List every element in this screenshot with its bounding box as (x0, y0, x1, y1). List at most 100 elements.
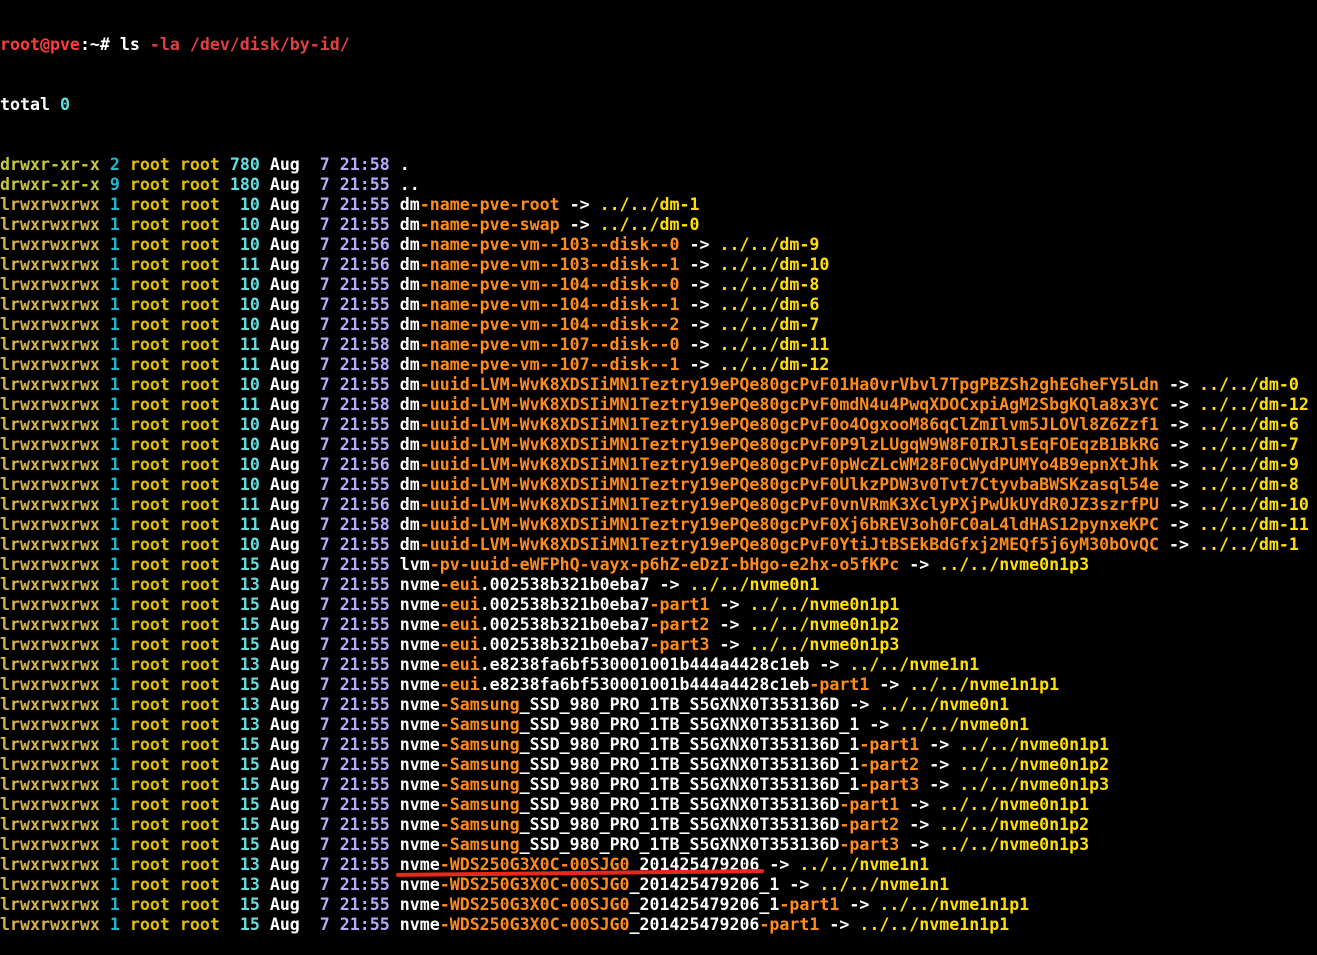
listing-row: lrwxrwxrwx 1 root root 15 Aug 7 21:55 nv… (0, 735, 1317, 755)
entry-links: 1 (109, 895, 120, 914)
entry-day: 7 (309, 675, 330, 694)
entry-name-part: -part1 (839, 795, 900, 814)
entry-size: 13 (229, 715, 260, 734)
entry-time: 21:55 (339, 475, 390, 494)
entry-name-part: -part3 (649, 635, 710, 654)
symlink-target: ../../nvme1n1p1 (909, 675, 1060, 694)
entry-name-part: -name-pve-root (419, 195, 560, 214)
entry-permissions: lrwxrwxrwx (0, 275, 100, 294)
entry-time: 21:55 (339, 695, 390, 714)
entry-owner: root (129, 735, 170, 754)
entry-time: 21:55 (339, 775, 390, 794)
entry-name-part: -WDS250G3X0C-00SJG0 (439, 875, 630, 894)
entry-name-part: -uuid-LVM-WvK8XDSIiMN1Teztry19ePQe80gcPv… (419, 415, 1160, 434)
entry-owner: root (129, 655, 170, 674)
listing-row: lrwxrwxrwx 1 root root 10 Aug 7 21:56 dm… (0, 455, 1317, 475)
entry-links: 1 (109, 735, 120, 754)
listing-row: lrwxrwxrwx 1 root root 10 Aug 7 21:55 dm… (0, 215, 1317, 235)
entry-owner: root (129, 435, 170, 454)
entry-permissions: drwxr-xr-x (0, 155, 100, 174)
entry-month: Aug (269, 855, 300, 874)
listing-row: lrwxrwxrwx 1 root root 15 Aug 7 21:55 nv… (0, 595, 1317, 615)
entry-month: Aug (269, 535, 300, 554)
entry-permissions: drwxr-xr-x (0, 175, 100, 194)
entry-owner: root (129, 635, 170, 654)
entry-day: 7 (309, 215, 330, 234)
entry-links: 1 (109, 695, 120, 714)
entry-time: 21:55 (339, 835, 390, 854)
symlink-target: ../../dm-11 (719, 335, 830, 354)
entry-time: 21:55 (339, 275, 390, 294)
entry-name-part: -Samsung (439, 795, 520, 814)
entry-name-part: nvme (399, 815, 440, 834)
entry-time: 21:55 (339, 215, 390, 234)
entry-name-part: dm (399, 515, 420, 534)
entry-name: nvme-Samsung_SSD_980_PRO_1TB_S5GXNX0T353… (400, 835, 900, 854)
entry-links: 1 (109, 315, 120, 334)
entry-permissions: lrwxrwxrwx (0, 315, 100, 334)
entry-group: root (179, 795, 220, 814)
entry-time: 21:55 (339, 755, 390, 774)
entry-permissions: lrwxrwxrwx (0, 455, 100, 474)
listing-row: lrwxrwxrwx 1 root root 10 Aug 7 21:55 dm… (0, 475, 1317, 495)
entry-owner: root (129, 775, 170, 794)
entry-owner: root (129, 215, 170, 234)
entry-name-part: -uuid-LVM-WvK8XDSIiMN1Teztry19ePQe80gcPv… (419, 515, 1160, 534)
entry-day: 7 (309, 715, 330, 734)
entry-name: . (400, 155, 410, 174)
entry-group: root (179, 635, 220, 654)
entry-name: .. (400, 175, 420, 194)
listing-row: lrwxrwxrwx 1 root root 15 Aug 7 21:55 nv… (0, 835, 1317, 855)
entry-month: Aug (269, 795, 300, 814)
listing-row: lrwxrwxrwx 1 root root 13 Aug 7 21:55 nv… (0, 875, 1317, 895)
entry-day: 7 (309, 575, 330, 594)
entry-name-part: nvme (399, 755, 440, 774)
entry-owner: root (129, 695, 170, 714)
entry-links: 1 (109, 855, 120, 874)
entry-day: 7 (309, 855, 330, 874)
entry-owner: root (129, 675, 170, 694)
prompt-command: ls (119, 35, 140, 54)
entry-group: root (179, 615, 220, 634)
entry-owner: root (129, 715, 170, 734)
entry-day: 7 (309, 735, 330, 754)
entry-permissions: lrwxrwxrwx (0, 715, 100, 734)
entry-owner: root (129, 235, 170, 254)
entry-month: Aug (269, 595, 300, 614)
entry-permissions: lrwxrwxrwx (0, 435, 100, 454)
entry-group: root (179, 915, 220, 934)
entry-name: dm-name-pve-swap (400, 215, 560, 234)
entry-permissions: lrwxrwxrwx (0, 615, 100, 634)
listing-row: lrwxrwxrwx 1 root root 11 Aug 7 21:56 dm… (0, 255, 1317, 275)
entry-permissions: lrwxrwxrwx (0, 875, 100, 894)
entry-size: 10 (229, 315, 260, 334)
symlink-target: ../../dm-1 (599, 195, 700, 214)
entry-name-part: nvme (399, 895, 440, 914)
symlink-target: ../../dm-11 (1198, 515, 1309, 534)
entry-month: Aug (269, 635, 300, 654)
entry-owner: root (129, 595, 170, 614)
entry-links: 1 (109, 415, 120, 434)
symlink-arrow: -> (679, 255, 720, 274)
entry-name-part: dm (399, 535, 420, 554)
entry-time: 21:58 (339, 515, 390, 534)
entry-month: Aug (269, 235, 300, 254)
listing-row: lrwxrwxrwx 1 root root 10 Aug 7 21:56 dm… (0, 235, 1317, 255)
entry-group: root (179, 475, 220, 494)
terminal-output[interactable]: root@pve:~# ls -la /dev/disk/by-id/ tota… (0, 0, 1317, 955)
symlink-arrow: -> (819, 915, 860, 934)
entry-name: nvme-eui.e8238fa6bf530001001b444a4428c1e… (400, 675, 870, 694)
entry-name-part: -Samsung (439, 755, 520, 774)
entry-size: 15 (229, 635, 260, 654)
entry-day: 7 (309, 795, 330, 814)
entry-name-part: nvme (399, 575, 440, 594)
entry-name-part: _201425479206 (629, 915, 760, 934)
entry-name-part: dm (399, 195, 420, 214)
listing-row: lrwxrwxrwx 1 root root 15 Aug 7 21:55 nv… (0, 675, 1317, 695)
entry-name-part: .002538b321b0eba7 (479, 595, 650, 614)
entry-name-part: _SSD_980_PRO_1TB_S5GXNX0T353136D (519, 695, 840, 714)
entry-name-part: -name-pve-vm--103--disk--0 (419, 235, 680, 254)
entry-links: 1 (109, 555, 120, 574)
entry-name-part: -part1 (759, 915, 820, 934)
entry-size: 15 (229, 835, 260, 854)
